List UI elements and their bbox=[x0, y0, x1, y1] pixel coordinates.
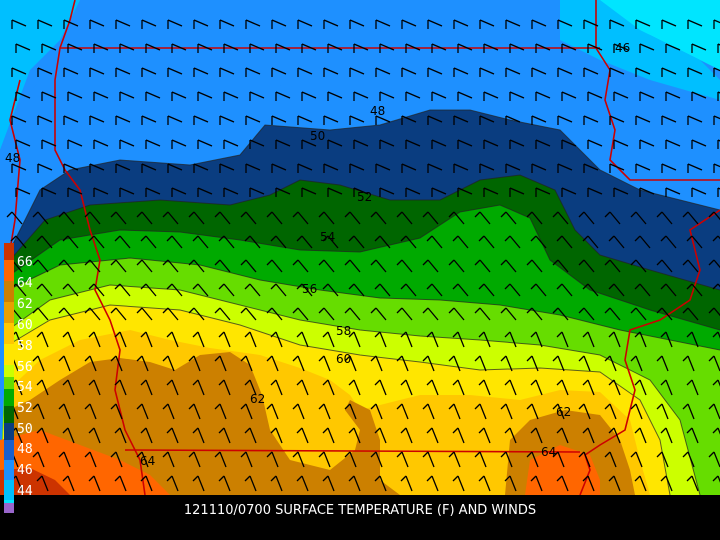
legend-label: 62 bbox=[17, 297, 33, 312]
legend-label: 64 bbox=[17, 276, 33, 291]
legend-label: 58 bbox=[17, 339, 33, 354]
legend-swatch-0 bbox=[4, 243, 14, 260]
legend-swatch-1 bbox=[4, 260, 14, 281]
legend-label: 66 bbox=[17, 255, 33, 270]
color-legend: 66 64 62 60 58 56 54 52 50 48 46 44 bbox=[4, 243, 33, 513]
legend-label: 46 bbox=[17, 463, 33, 478]
legend-swatch-3 bbox=[4, 302, 14, 323]
legend-swatch-8 bbox=[4, 389, 14, 406]
legend-swatch-11 bbox=[4, 440, 14, 460]
contour-label: 58 bbox=[336, 324, 351, 338]
contour-label: 54 bbox=[320, 230, 335, 244]
legend-swatch-13 bbox=[4, 480, 14, 500]
legend-label: 60 bbox=[17, 318, 33, 333]
contour-label: 64 bbox=[140, 454, 155, 468]
contour-label: 62 bbox=[250, 392, 265, 406]
contour-label: 48 bbox=[370, 104, 385, 118]
legend-swatch-6 bbox=[4, 365, 14, 377]
legend-label: 52 bbox=[17, 401, 33, 416]
temperature-map: 46 48 48 50 52 54 56 58 60 62 62 64 64 bbox=[0, 0, 720, 495]
legend-swatch-5 bbox=[4, 344, 14, 365]
legend-label: 44 bbox=[17, 484, 33, 499]
contour-label: 46 bbox=[615, 41, 630, 55]
legend-swatch-10 bbox=[4, 423, 14, 440]
contour-label: 56 bbox=[302, 282, 317, 296]
contour-label: 62 bbox=[556, 405, 571, 419]
legend-label: 56 bbox=[17, 360, 33, 375]
contour-label: 52 bbox=[357, 190, 372, 204]
legend-label: 48 bbox=[17, 442, 33, 457]
legend-swatch-7 bbox=[4, 377, 14, 389]
contour-label: 50 bbox=[310, 129, 325, 143]
legend-swatch-12 bbox=[4, 460, 14, 480]
contour-label: 64 bbox=[541, 445, 556, 459]
contour-label: 60 bbox=[336, 352, 351, 366]
legend-swatch-9 bbox=[4, 406, 14, 423]
legend-label: 54 bbox=[17, 380, 33, 395]
legend-swatch-4 bbox=[4, 323, 14, 344]
legend-label: 50 bbox=[17, 422, 33, 437]
map-canvas: 46 48 48 50 52 54 56 58 60 62 62 64 64 bbox=[0, 0, 720, 495]
map-caption: 121110/0700 SURFACE TEMPERATURE (F) AND … bbox=[183, 503, 537, 518]
legend-swatch-2 bbox=[4, 281, 14, 302]
contour-label: 48 bbox=[5, 151, 20, 165]
